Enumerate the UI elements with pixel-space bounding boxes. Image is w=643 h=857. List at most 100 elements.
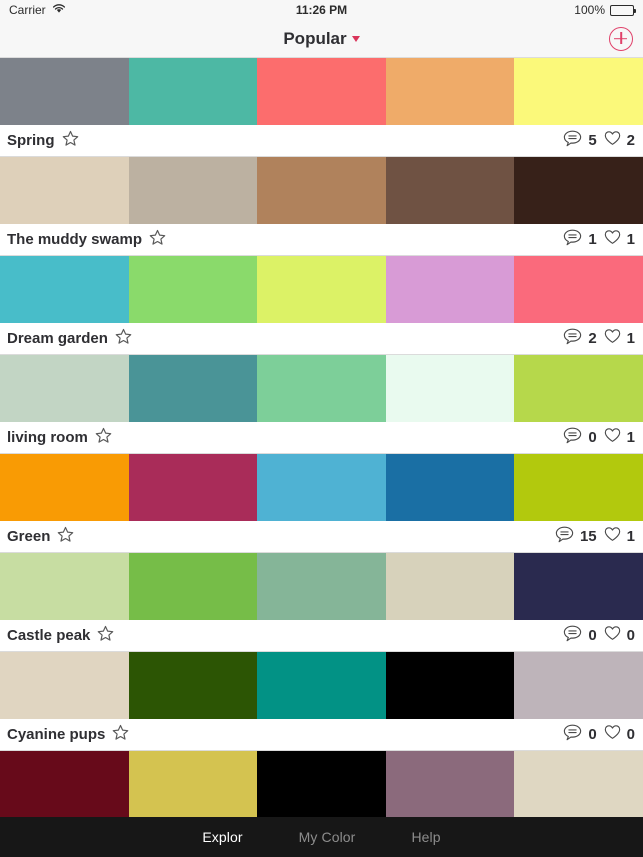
color-swatch[interactable]: [257, 355, 386, 422]
color-swatch[interactable]: [257, 553, 386, 620]
palette-list[interactable]: Spring 5 2 The muddy swamp 1 1 Dream garden 2 1 l…: [0, 58, 643, 837]
color-swatch[interactable]: [385, 355, 515, 422]
palette-swatch-strip[interactable]: [0, 553, 643, 620]
palette-stats: 11: [563, 229, 635, 251]
palette-swatch-strip[interactable]: [0, 58, 643, 125]
color-swatch[interactable]: [128, 652, 258, 719]
palette-row[interactable]: Dream garden 2 1: [0, 256, 643, 355]
comment-count: 0: [588, 627, 597, 644]
comment-stat[interactable]: 15: [555, 526, 597, 548]
color-swatch[interactable]: [514, 454, 643, 521]
category-selector[interactable]: Popular: [283, 28, 360, 49]
tab-explor[interactable]: Explor: [196, 827, 248, 847]
star-outline-icon[interactable]: [114, 327, 133, 351]
color-swatch[interactable]: [257, 751, 386, 818]
palette-swatch-strip[interactable]: [0, 454, 643, 521]
color-swatch[interactable]: [0, 355, 129, 422]
palette-name: Spring: [7, 132, 55, 149]
color-swatch[interactable]: [128, 157, 258, 224]
star-outline-icon[interactable]: [96, 624, 115, 648]
color-swatch[interactable]: [0, 58, 129, 125]
star-outline-icon[interactable]: [56, 525, 75, 549]
like-stat[interactable]: 2: [604, 130, 635, 151]
comment-count: 5: [588, 132, 597, 149]
color-swatch[interactable]: [385, 58, 515, 125]
color-swatch[interactable]: [128, 454, 258, 521]
palette-row[interactable]: Green 15 1: [0, 454, 643, 553]
palette-row[interactable]: The muddy swamp 1 1: [0, 157, 643, 256]
color-swatch[interactable]: [0, 157, 129, 224]
comment-stat[interactable]: 0: [563, 625, 597, 647]
palette-row[interactable]: Cyanine pups 0 0: [0, 652, 643, 751]
color-swatch[interactable]: [514, 751, 643, 818]
like-count: 1: [626, 429, 635, 446]
palette-swatch-strip[interactable]: [0, 355, 643, 422]
color-swatch[interactable]: [385, 751, 515, 818]
color-swatch[interactable]: [385, 652, 515, 719]
star-outline-icon[interactable]: [94, 426, 113, 450]
palette-row[interactable]: [0, 751, 643, 818]
color-swatch[interactable]: [385, 553, 515, 620]
star-outline-icon[interactable]: [61, 129, 80, 153]
color-swatch[interactable]: [385, 256, 515, 323]
comment-icon: [563, 328, 582, 350]
comment-count: 0: [588, 726, 597, 743]
color-swatch[interactable]: [257, 157, 386, 224]
color-swatch[interactable]: [128, 751, 258, 818]
palette-row[interactable]: Spring 5 2: [0, 58, 643, 157]
color-swatch[interactable]: [514, 58, 643, 125]
like-stat[interactable]: 0: [604, 724, 635, 745]
palette-stats: 00: [563, 625, 635, 647]
like-stat[interactable]: 1: [604, 427, 635, 448]
add-palette-button[interactable]: [609, 26, 633, 51]
color-swatch[interactable]: [0, 256, 129, 323]
star-outline-icon[interactable]: [111, 723, 130, 747]
palette-row[interactable]: living room 0 1: [0, 355, 643, 454]
palette-swatch-strip[interactable]: [0, 256, 643, 323]
comment-stat[interactable]: 0: [563, 427, 597, 449]
tab-help[interactable]: Help: [405, 827, 446, 847]
like-stat[interactable]: 1: [604, 229, 635, 250]
color-swatch[interactable]: [0, 652, 129, 719]
color-swatch[interactable]: [514, 553, 643, 620]
like-stat[interactable]: 1: [604, 526, 635, 547]
heart-outline-icon: [604, 625, 621, 646]
chevron-down-icon: [351, 35, 360, 42]
star-outline-icon[interactable]: [148, 228, 167, 252]
like-count: 2: [626, 132, 635, 149]
comment-stat[interactable]: 5: [563, 130, 597, 152]
color-swatch[interactable]: [385, 454, 515, 521]
color-swatch[interactable]: [514, 157, 643, 224]
color-swatch[interactable]: [514, 355, 643, 422]
wifi-icon: [52, 3, 66, 17]
like-stat[interactable]: 0: [604, 625, 635, 646]
color-swatch[interactable]: [0, 454, 129, 521]
comment-stat[interactable]: 0: [563, 724, 597, 746]
color-swatch[interactable]: [0, 751, 129, 818]
page-title: Popular: [283, 28, 347, 48]
heart-outline-icon: [604, 130, 621, 151]
color-swatch[interactable]: [257, 256, 386, 323]
color-swatch[interactable]: [385, 157, 515, 224]
color-swatch[interactable]: [514, 256, 643, 323]
palette-name: Dream garden: [7, 330, 108, 347]
color-swatch[interactable]: [0, 553, 129, 620]
color-swatch[interactable]: [514, 652, 643, 719]
tab-bar: Explor My Color Help: [0, 817, 643, 857]
palette-swatch-strip[interactable]: [0, 652, 643, 719]
comment-stat[interactable]: 2: [563, 328, 597, 350]
color-swatch[interactable]: [128, 553, 258, 620]
comment-stat[interactable]: 1: [563, 229, 597, 251]
palette-swatch-strip[interactable]: [0, 751, 643, 818]
color-swatch[interactable]: [257, 454, 386, 521]
tab-my-color[interactable]: My Color: [293, 827, 362, 847]
palette-row[interactable]: Castle peak 0 0: [0, 553, 643, 652]
like-stat[interactable]: 1: [604, 328, 635, 349]
color-swatch[interactable]: [128, 256, 258, 323]
palette-swatch-strip[interactable]: [0, 157, 643, 224]
color-swatch[interactable]: [128, 58, 258, 125]
color-swatch[interactable]: [257, 652, 386, 719]
color-swatch[interactable]: [128, 355, 258, 422]
color-swatch[interactable]: [257, 58, 386, 125]
palette-name: The muddy swamp: [7, 231, 143, 248]
